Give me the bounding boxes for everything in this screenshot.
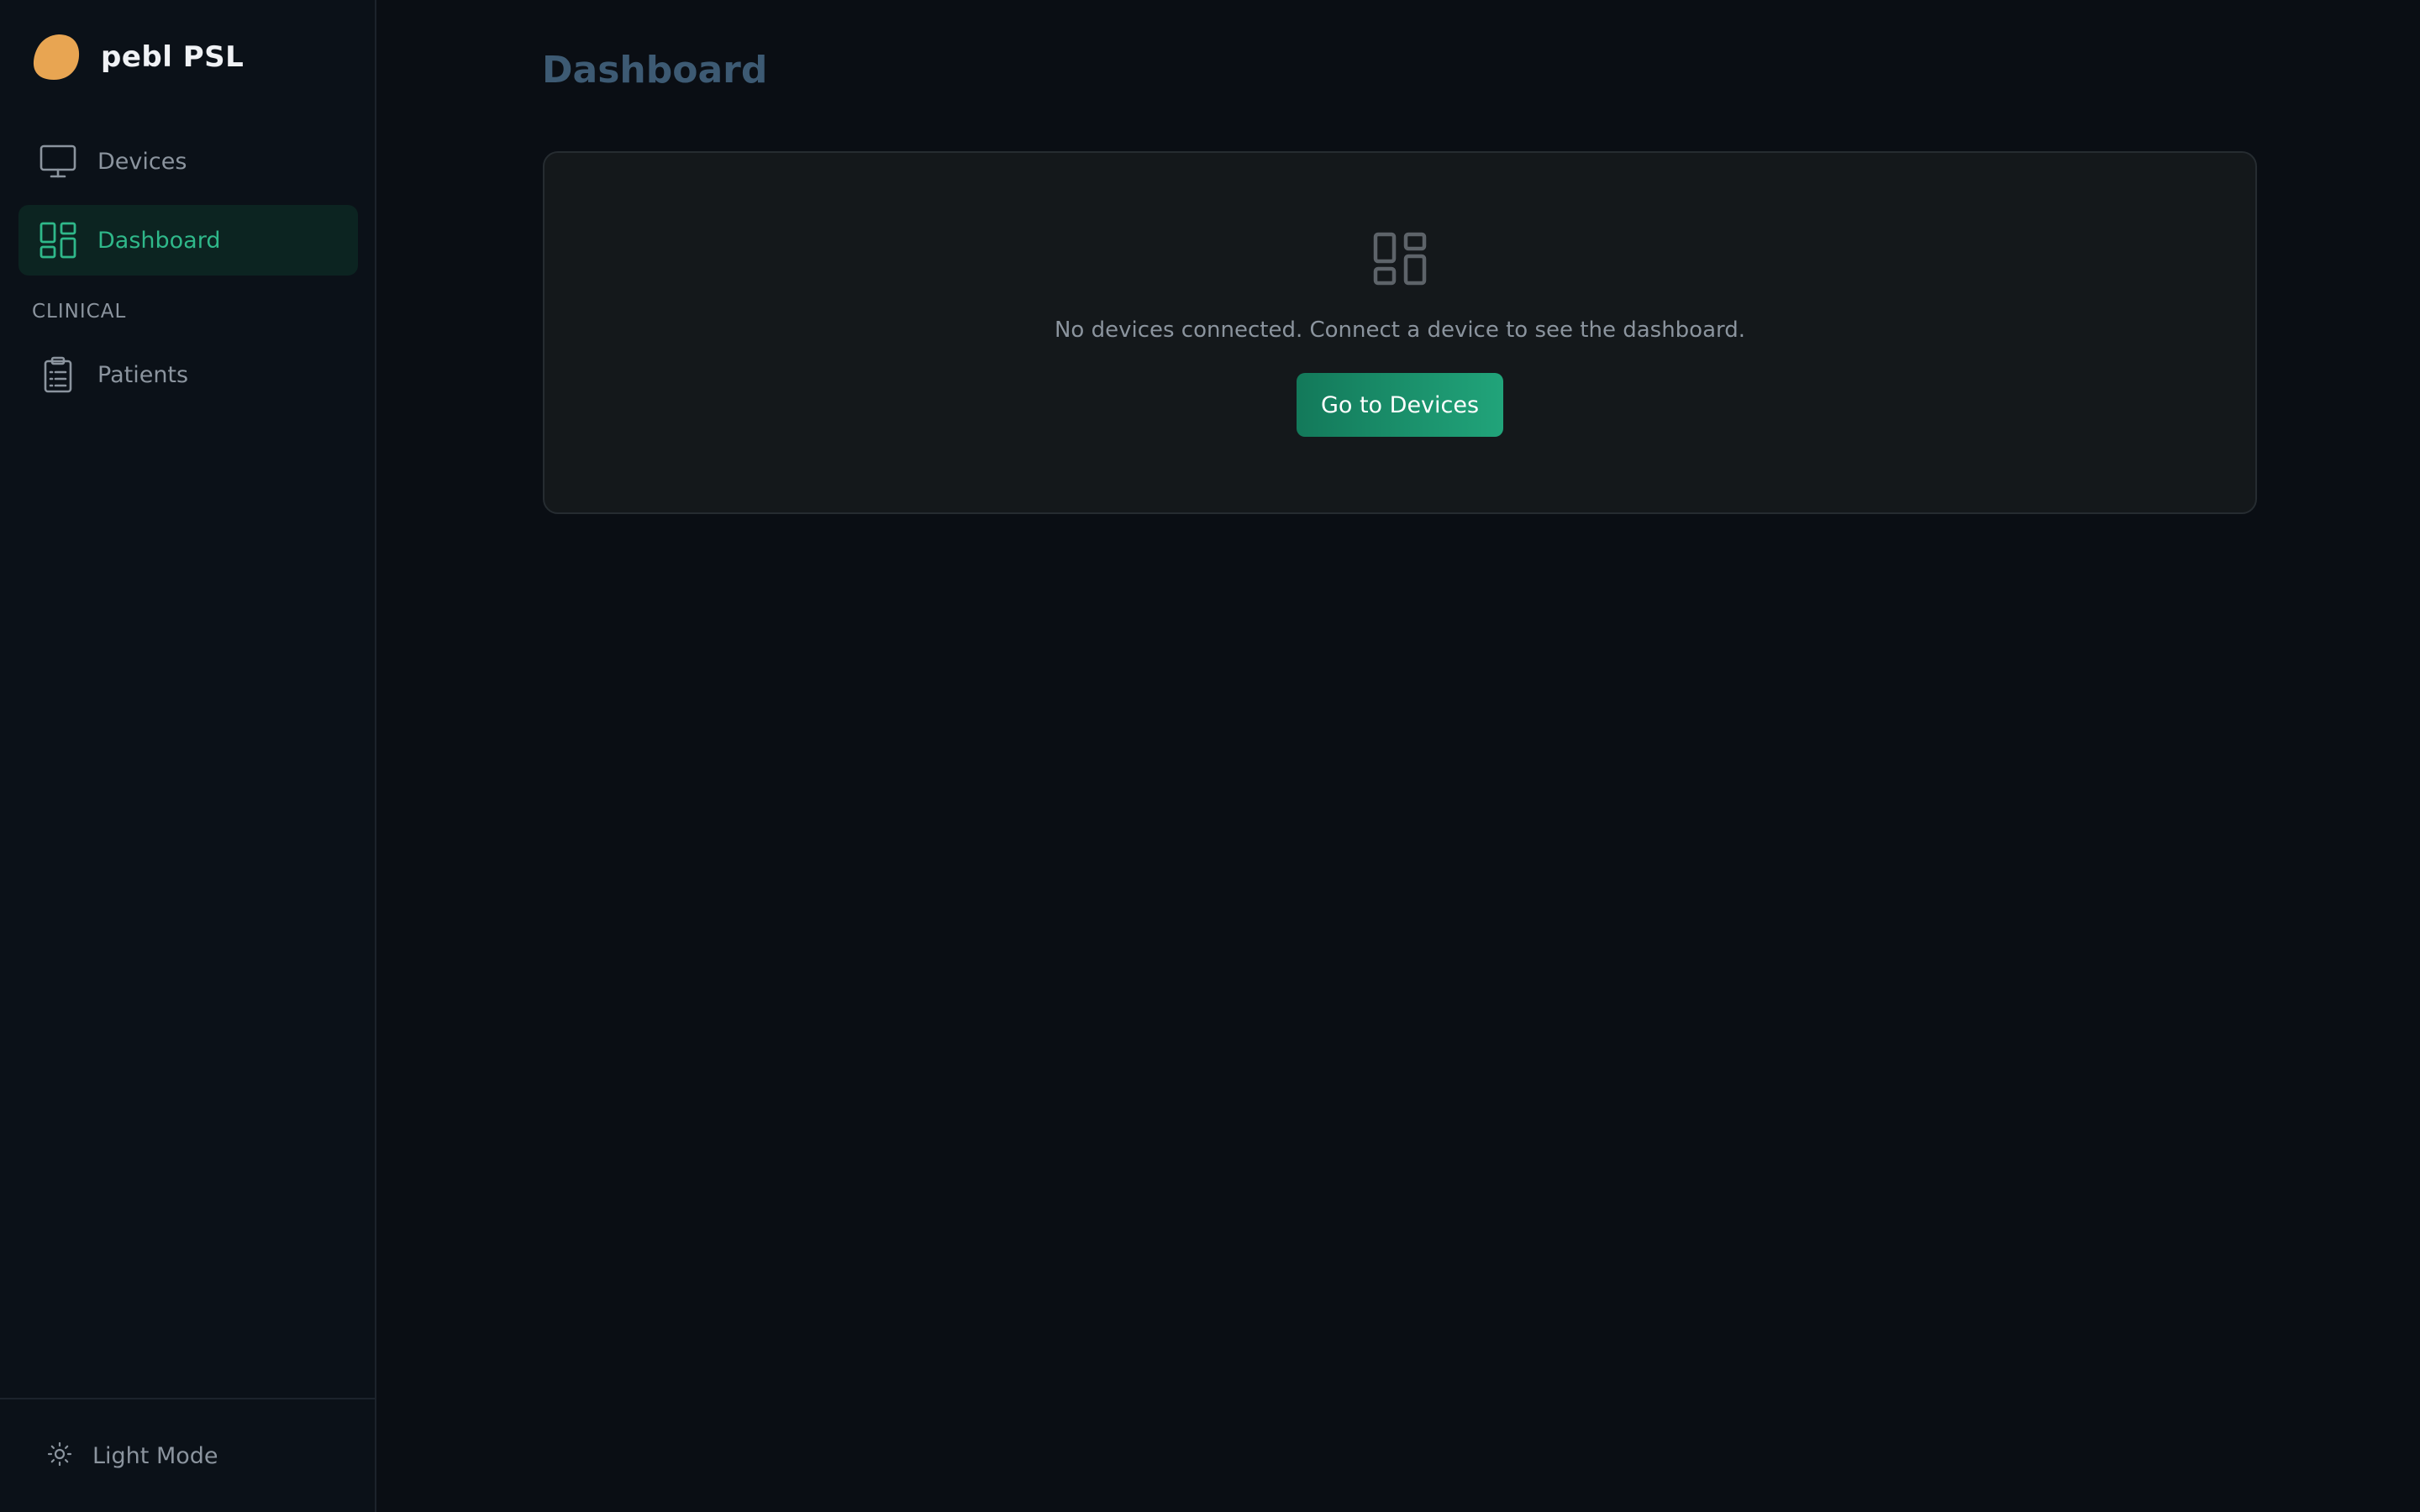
light-mode-toggle[interactable]: Light Mode <box>47 1436 218 1475</box>
section-label-clinical: CLINICAL <box>32 301 127 323</box>
sun-icon <box>47 1441 72 1470</box>
dashboard-grid-icon <box>39 221 77 260</box>
sidebar-item-dashboard[interactable]: Dashboard <box>18 205 358 276</box>
app-name: pebl PSL <box>101 40 245 74</box>
go-to-devices-button[interactable]: Go to Devices <box>1297 373 1503 437</box>
sidebar-footer: Light Mode <box>0 1398 375 1512</box>
brand[interactable]: pebl PSL <box>30 30 244 84</box>
sidebar: pebl PSL Devices Dashboard CLINICAL Pati… <box>0 0 376 1512</box>
light-mode-label: Light Mode <box>92 1442 218 1469</box>
page-title: Dashboard <box>542 49 768 92</box>
monitor-icon <box>39 142 77 181</box>
sidebar-item-label: Devices <box>97 148 187 175</box>
main-content: Dashboard No devices connected. Connect … <box>376 0 2420 1512</box>
empty-state-card: No devices connected. Connect a device t… <box>543 151 2257 514</box>
sidebar-item-label: Dashboard <box>97 227 221 254</box>
sidebar-item-label: Patients <box>97 361 189 388</box>
empty-state-message: No devices connected. Connect a device t… <box>1054 318 1746 343</box>
brand-logo-icon <box>33 34 80 80</box>
dashboard-grid-icon <box>1373 232 1427 286</box>
sidebar-item-patients[interactable]: Patients <box>18 339 358 410</box>
sidebar-nav: Devices Dashboard CLINICAL Patients <box>18 126 358 418</box>
app-root: pebl PSL Devices Dashboard CLINICAL Pati… <box>0 0 2420 1512</box>
sidebar-item-devices[interactable]: Devices <box>18 126 358 197</box>
clipboard-icon <box>39 355 77 394</box>
